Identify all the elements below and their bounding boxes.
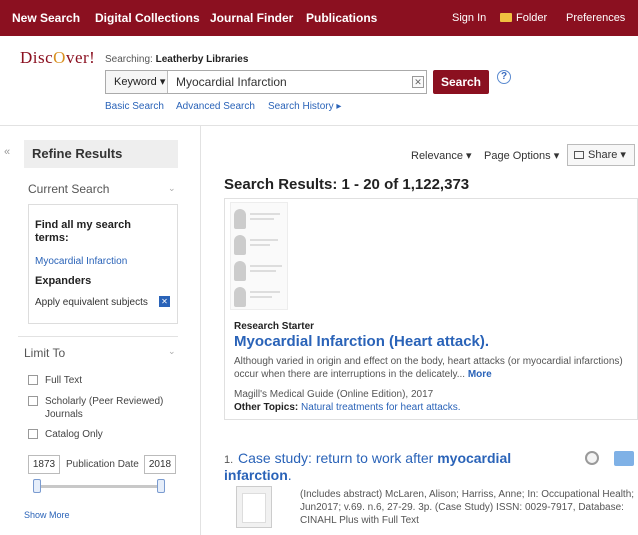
full-text-label: Full Text bbox=[45, 375, 83, 386]
sign-in-link[interactable]: Sign In bbox=[452, 12, 486, 24]
result-metadata: (Includes abstract) McLaren, Alison; Har… bbox=[300, 489, 635, 526]
show-more-link[interactable]: Show More bbox=[24, 510, 70, 520]
nav-new-search[interactable]: New Search bbox=[12, 11, 80, 25]
research-starter-source: Magill's Medical Guide (Online Edition),… bbox=[234, 389, 434, 400]
advanced-search-link[interactable]: Advanced Search bbox=[176, 101, 255, 112]
help-icon[interactable]: ? bbox=[497, 70, 511, 84]
expanders-label: Expanders bbox=[35, 275, 92, 287]
apply-equivalent-label: Apply equivalent subjects bbox=[35, 297, 148, 308]
panel-separator bbox=[200, 126, 201, 535]
search-field-select[interactable]: Keyword ▾ bbox=[106, 71, 168, 93]
discover-logo[interactable]: DiscOver! bbox=[20, 48, 95, 68]
preferences-link[interactable]: Preferences bbox=[566, 12, 625, 24]
chevron-down-icon: ▾ bbox=[620, 149, 626, 161]
date-slider-track[interactable] bbox=[37, 485, 161, 488]
chevron-down-icon: ▾ bbox=[466, 150, 472, 162]
other-topics: Other Topics: Natural treatments for hea… bbox=[234, 402, 461, 413]
caret-right-icon: ▸ bbox=[336, 101, 342, 112]
limit-to-title[interactable]: Limit To bbox=[24, 346, 65, 360]
relevance-dropdown[interactable]: Relevance ▾ bbox=[411, 149, 472, 162]
current-search-title[interactable]: Current Search bbox=[28, 182, 109, 196]
date-to-input[interactable]: 2018 bbox=[144, 455, 176, 474]
clear-icon[interactable]: ✕ bbox=[412, 76, 424, 88]
chevron-down-icon: ▾ bbox=[159, 76, 166, 88]
catalog-only-label: Catalog Only bbox=[45, 429, 103, 440]
nav-digital-collections[interactable]: Digital Collections bbox=[95, 11, 200, 25]
date-from-input[interactable]: 1873 bbox=[28, 455, 60, 474]
scholarly-checkbox[interactable] bbox=[28, 396, 38, 406]
page-options-dropdown[interactable]: Page Options ▾ bbox=[484, 149, 559, 162]
chevron-down-icon: ▾ bbox=[553, 150, 560, 162]
find-all-label: Find all my search terms: bbox=[35, 219, 131, 244]
preview-magnifier-icon[interactable] bbox=[585, 451, 599, 465]
search-term-link[interactable]: Myocardial Infarction bbox=[35, 256, 127, 267]
more-link[interactable]: More bbox=[468, 369, 492, 380]
library-name: Leatherby Libraries bbox=[155, 54, 249, 65]
share-icon bbox=[574, 151, 584, 159]
publication-date-label: Publication Date bbox=[66, 459, 139, 470]
result-title-link[interactable]: Case study: return to work after myocard… bbox=[224, 450, 564, 484]
full-text-checkbox[interactable] bbox=[28, 375, 38, 385]
date-slider-handle-start[interactable] bbox=[33, 479, 41, 493]
top-nav-bar: New Search Digital Collections Journal F… bbox=[0, 0, 638, 36]
research-starter-title[interactable]: Myocardial Infarction (Heart attack). bbox=[234, 333, 489, 350]
current-search-box: Find all my search terms: Myocardial Inf… bbox=[28, 204, 178, 324]
research-starter-thumbnail[interactable] bbox=[230, 202, 288, 310]
chevron-down-icon[interactable]: ⌄ bbox=[168, 346, 176, 357]
remove-icon[interactable]: ✕ bbox=[159, 296, 170, 307]
search-box: Keyword ▾ Myocardial Infarction ✕ bbox=[105, 70, 427, 94]
search-input[interactable]: Myocardial Infarction bbox=[176, 75, 287, 89]
header-divider bbox=[0, 125, 638, 126]
sidebar-divider bbox=[18, 336, 178, 337]
folder-link[interactable]: Folder bbox=[500, 12, 547, 24]
results-heading: Search Results: 1 - 20 of 1,122,373 bbox=[224, 176, 470, 193]
research-starter-card: Research Starter Myocardial Infarction (… bbox=[224, 198, 638, 420]
searching-label: Searching: Leatherby Libraries bbox=[105, 54, 249, 65]
scholarly-label: Scholarly (Peer Reviewed) Journals bbox=[45, 396, 164, 420]
date-slider-handle-end[interactable] bbox=[157, 479, 165, 493]
collapse-panel-icon[interactable]: « bbox=[4, 146, 10, 158]
basic-search-link[interactable]: Basic Search bbox=[105, 101, 164, 112]
research-starter-label: Research Starter bbox=[234, 321, 315, 332]
search-button[interactable]: Search bbox=[433, 70, 489, 94]
nav-publications[interactable]: Publications bbox=[306, 11, 377, 25]
catalog-only-checkbox[interactable] bbox=[28, 429, 38, 439]
folder-icon bbox=[500, 13, 512, 22]
folder-label: Folder bbox=[516, 12, 548, 24]
document-type-icon[interactable] bbox=[236, 486, 272, 528]
refine-results-header: Refine Results bbox=[24, 140, 178, 168]
share-button[interactable]: Share ▾ bbox=[567, 144, 635, 166]
research-starter-description: Although varied in origin and effect on … bbox=[234, 356, 623, 380]
nav-journal-finder[interactable]: Journal Finder bbox=[210, 11, 293, 25]
add-to-folder-icon[interactable] bbox=[614, 451, 634, 466]
search-history-link[interactable]: Search History ▸ bbox=[268, 101, 341, 112]
chevron-down-icon[interactable]: ⌄ bbox=[168, 183, 176, 194]
other-topics-link[interactable]: Natural treatments for heart attacks. bbox=[301, 402, 461, 413]
